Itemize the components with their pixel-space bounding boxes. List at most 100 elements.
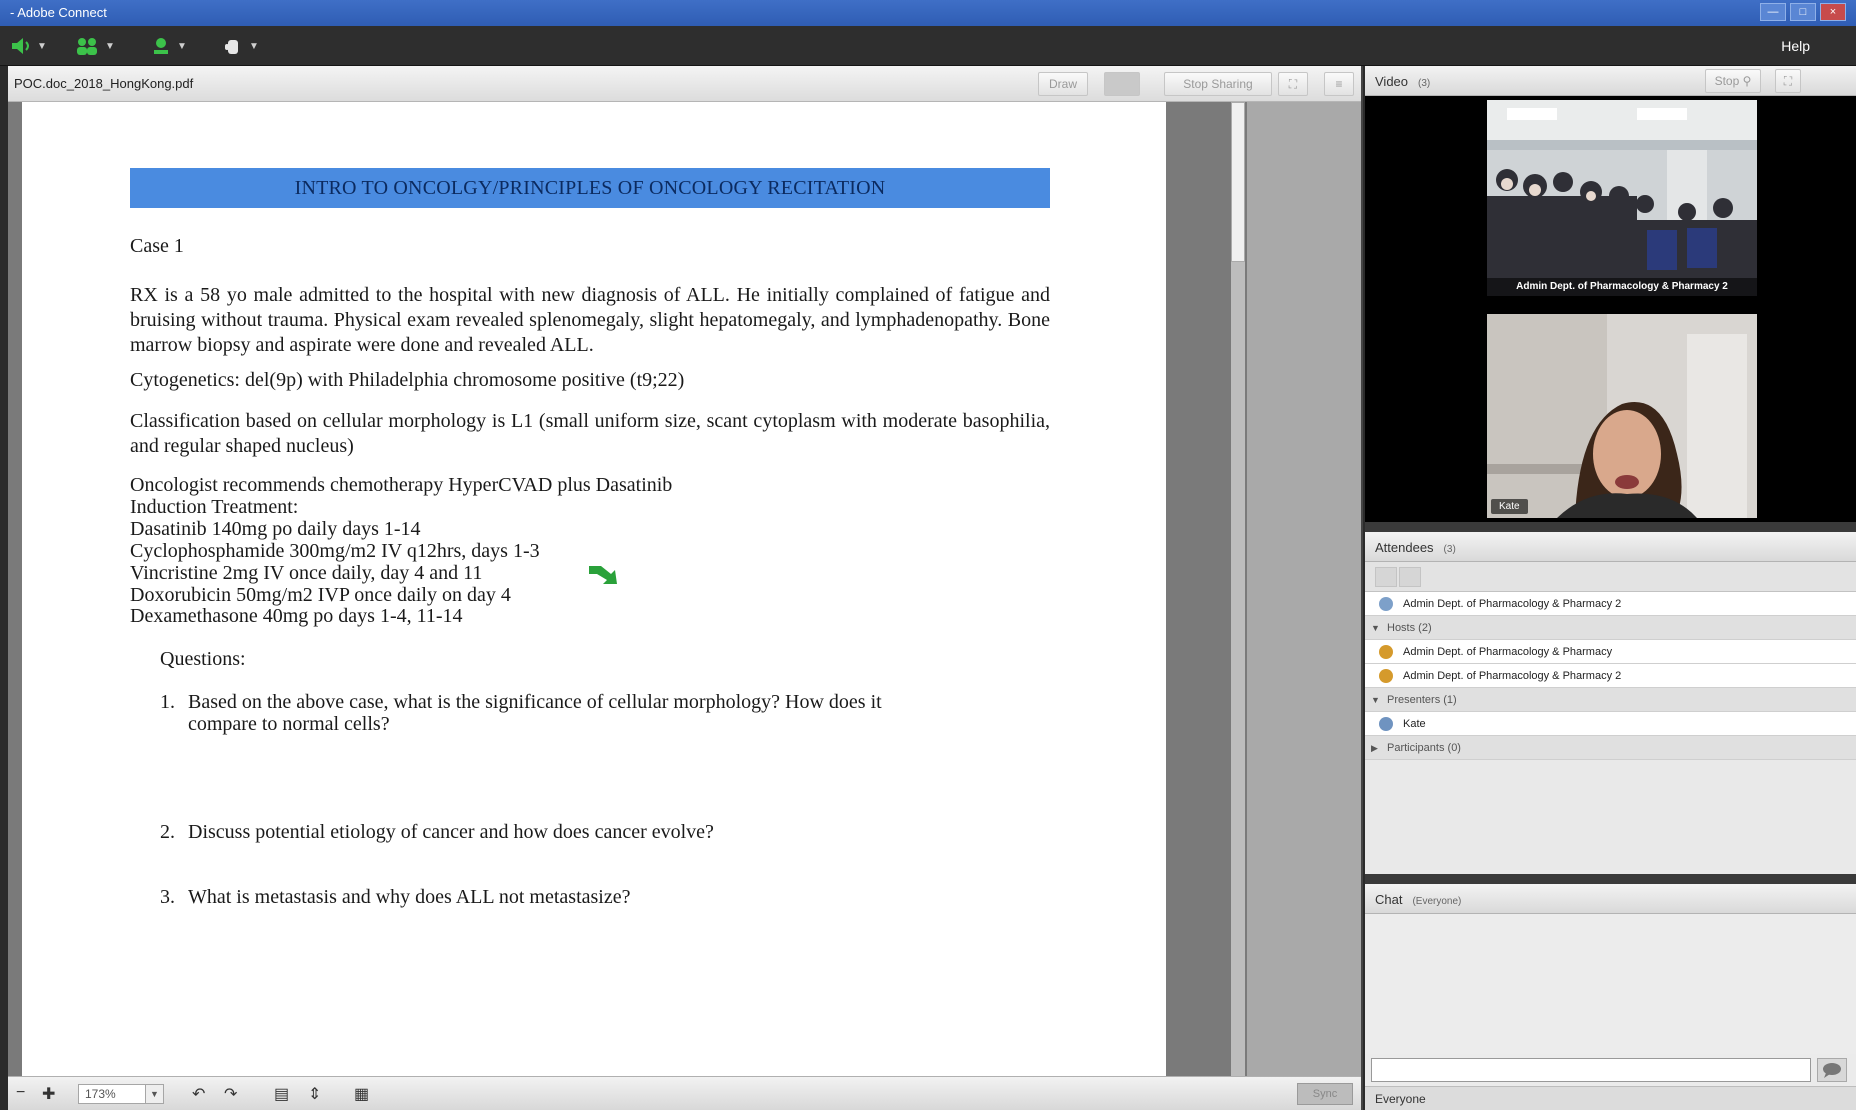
attendees-pod: Attendees (3) Admin Dept. of Pharmacology… <box>1365 532 1856 874</box>
question-number: 1. <box>160 691 175 713</box>
participants-section[interactable]: ▶ Participants (0) <box>1365 736 1856 760</box>
hosts-section[interactable]: ▼ Hosts (2) <box>1365 616 1856 640</box>
window-title-bar: - Adobe Connect — □ × <box>0 0 1856 26</box>
chat-title: Chat <box>1375 892 1403 907</box>
chat-messages <box>1365 914 1856 1054</box>
pod-options-button[interactable]: ≡ <box>1324 72 1354 96</box>
cytogenetics-line: Cytogenetics: del(9p) with Philadelphia … <box>130 369 685 391</box>
classroom-video <box>1487 100 1757 296</box>
question-text: What is metastasis and why does ALL not … <box>188 886 631 908</box>
video-pod-header: Video (3) Stop ⚲ ⛶ <box>1365 66 1856 96</box>
drug-line: Dexamethasone 40mg po days 1-4, 11-14 <box>130 605 463 627</box>
share-pod-title: POC.doc_2018_HongKong.pdf <box>14 76 194 91</box>
attendee-row[interactable]: Kate <box>1365 712 1856 736</box>
pointer-tool-button[interactable] <box>1104 72 1140 96</box>
speaker-control[interactable]: ▼ <box>10 32 54 60</box>
speaker-icon <box>12 38 29 54</box>
zoom-value: 173% <box>85 1087 116 1101</box>
rotate-left-icon[interactable]: ↶ <box>192 1084 205 1104</box>
video-feed-classroom[interactable]: Admin Dept. of Pharmacology & Pharmacy 2 <box>1487 100 1757 296</box>
attendees-title: Attendees <box>1375 540 1434 555</box>
attendee-name: Admin Dept. of Pharmacology & Pharmacy 2 <box>1403 670 1622 682</box>
sort-icon[interactable] <box>1399 567 1421 587</box>
document-banner: INTRO TO ONCOLGY/PRINCIPLES OF ONCOLOGY … <box>130 168 1050 208</box>
drug-line: Dasatinib 140mg po daily days 1-14 <box>130 518 421 540</box>
presenter-icon <box>1379 717 1393 731</box>
document-page: INTRO TO ONCOLGY/PRINCIPLES OF ONCOLOGY … <box>22 102 1166 1076</box>
presenters-section[interactable]: ▼ Presenters (1) <box>1365 688 1856 712</box>
chevron-down-icon: ▼ <box>1371 623 1380 633</box>
stop-video-button[interactable]: Stop ⚲ <box>1705 69 1761 93</box>
webcam-control[interactable]: ▼ <box>150 32 194 60</box>
pointer-arrow-icon <box>589 566 617 584</box>
zoom-out-icon[interactable]: − <box>16 1084 25 1102</box>
chevron-down-icon: ▼ <box>105 40 115 52</box>
drug-line: Cyclophosphamide 300mg/m2 IV q12hrs, day… <box>130 540 540 562</box>
raise-hand-control[interactable]: ▼ <box>222 32 266 60</box>
my-status-row[interactable]: Admin Dept. of Pharmacology & Pharmacy 2 <box>1365 592 1856 616</box>
chat-recipient-bar[interactable]: Everyone <box>1365 1086 1856 1110</box>
list-view-icon[interactable] <box>1375 567 1397 587</box>
host-icon <box>1379 645 1393 659</box>
send-message-button[interactable] <box>1817 1058 1847 1082</box>
fit-width-icon[interactable]: ⇕ <box>308 1084 321 1104</box>
oncologist-line: Oncologist recommends chemotherapy Hyper… <box>130 474 673 496</box>
sync-button[interactable]: Sync <box>1297 1083 1353 1105</box>
stop-sharing-button[interactable]: Stop Sharing <box>1164 72 1272 96</box>
minimize-button[interactable]: — <box>1760 3 1786 21</box>
chevron-down-icon: ▼ <box>177 40 187 52</box>
scrollbar-thumb[interactable] <box>1231 102 1245 262</box>
chevron-down-icon: ▼ <box>249 40 259 52</box>
attendee-row[interactable]: Admin Dept. of Pharmacology & Pharmacy <box>1365 640 1856 664</box>
fullscreen-button[interactable]: ⛶ <box>1775 69 1801 93</box>
document-viewer[interactable]: INTRO TO ONCOLGY/PRINCIPLES OF ONCOLOGY … <box>8 102 1361 1076</box>
section-label: Presenters (1) <box>1387 694 1457 706</box>
zoom-select[interactable]: 173% ▼ <box>78 1084 164 1104</box>
attendee-name: Kate <box>1403 718 1426 730</box>
fullscreen-button[interactable]: ⛶ <box>1278 72 1308 96</box>
chevron-right-icon: ▶ <box>1371 743 1378 753</box>
webcam-icon <box>154 38 168 54</box>
case-paragraph: RX is a 58 yo male admitted to the hospi… <box>130 284 1050 356</box>
meeting-toolbar: ▼ ▼ ▼ ▼ Help <box>0 26 1856 66</box>
section-label: Hosts (2) <box>1387 622 1432 634</box>
chat-scope: (Everyone) <box>1412 896 1462 907</box>
drug-line: Vincristine 2mg IV once daily, day 4 and… <box>130 562 483 584</box>
adobe-connect-app: - Adobe Connect — □ × ▼ ▼ ▼ ▼ Help POC.d… <box>0 0 1856 1110</box>
single-page-icon[interactable]: ▤ <box>274 1084 289 1104</box>
attendees-count: (3) <box>1443 544 1456 555</box>
chat-input[interactable] <box>1371 1058 1811 1082</box>
close-button[interactable]: × <box>1820 3 1846 21</box>
maximize-button[interactable]: □ <box>1790 3 1816 21</box>
right-column: Video (3) Stop ⚲ ⛶ Admin Dept. of Pharma… <box>1365 66 1856 1110</box>
help-menu[interactable]: Help <box>1781 38 1810 54</box>
video-feed-presenter[interactable]: Kate <box>1487 314 1757 518</box>
speech-bubble-icon <box>1823 1063 1841 1078</box>
video-area: Admin Dept. of Pharmacology & Pharmacy 2… <box>1365 96 1856 522</box>
attendees-toolbar <box>1365 562 1856 592</box>
user-icon <box>1379 597 1393 611</box>
question-text: Based on the above case, what is the sig… <box>188 691 882 713</box>
section-label: Participants (0) <box>1387 742 1461 754</box>
classification-paragraph: Classification based on cellular morphol… <box>130 410 1050 457</box>
draw-button[interactable]: Draw <box>1038 72 1088 96</box>
hand-icon <box>225 40 238 54</box>
zoom-in-icon[interactable]: ✚ <box>42 1084 55 1104</box>
attendee-row[interactable]: Admin Dept. of Pharmacology & Pharmacy 2 <box>1365 664 1856 688</box>
video-feed-name: Kate <box>1491 499 1528 514</box>
presenter-video <box>1487 314 1757 518</box>
video-pod-title: Video <box>1375 74 1409 89</box>
share-pod: POC.doc_2018_HongKong.pdf Draw Stop Shar… <box>8 66 1363 1110</box>
case-label: Case 1 <box>130 235 184 257</box>
attendee-status-control[interactable]: ▼ <box>74 32 118 60</box>
rotate-right-icon[interactable]: ↷ <box>224 1084 237 1104</box>
question-text: compare to normal cells? <box>188 713 390 735</box>
question-text: Discuss potential etiology of cancer and… <box>188 821 714 843</box>
chevron-down-icon: ▼ <box>1371 695 1380 705</box>
thumbnails-icon[interactable]: ▦ <box>354 1084 369 1104</box>
page-margin <box>1247 102 1361 1076</box>
my-name: Admin Dept. of Pharmacology & Pharmacy 2 <box>1403 598 1622 610</box>
video-count: (3) <box>1418 78 1431 89</box>
users-icon <box>77 38 97 55</box>
chat-recipient: Everyone <box>1375 1092 1426 1106</box>
